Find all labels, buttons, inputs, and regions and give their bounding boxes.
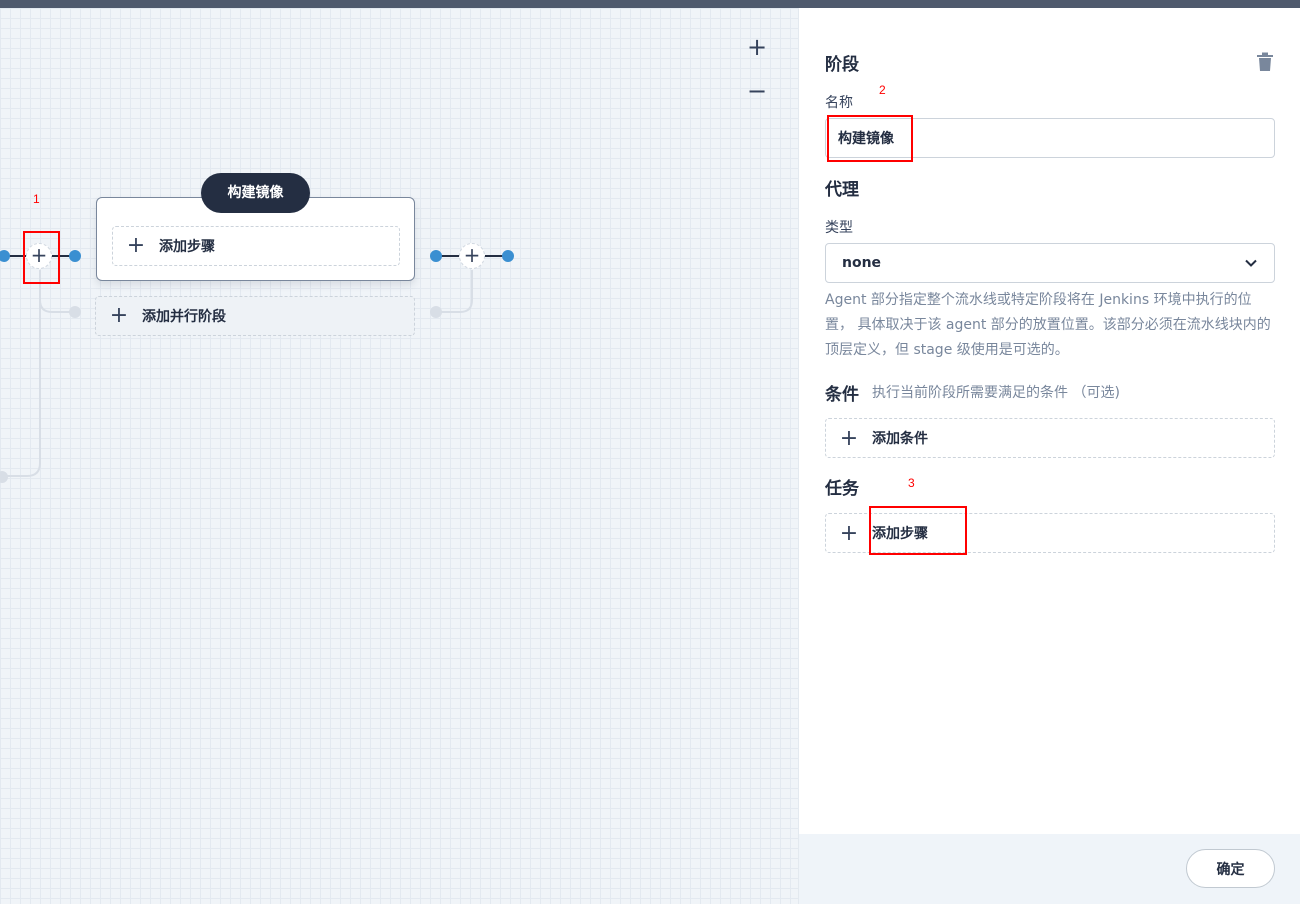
stage-title-pill[interactable]: 构建镜像: [201, 173, 310, 213]
agent-type-value: none: [842, 255, 882, 271]
annotation-number: 3: [908, 476, 915, 490]
chevron-down-icon: [1245, 259, 1257, 267]
name-label: 名称: [825, 95, 853, 111]
agent-heading: 代理: [825, 180, 859, 200]
annotation-box: [827, 115, 913, 162]
type-label: 类型: [825, 220, 853, 236]
annotation-box: [23, 231, 60, 284]
condition-heading: 条件: [825, 385, 859, 405]
stage-heading: 阶段: [825, 55, 859, 75]
add-step-label: 添加步骤: [159, 239, 215, 255]
condition-hint: 执行当前阶段所需要满足的条件 （可选): [872, 385, 1120, 401]
agent-type-select[interactable]: none: [825, 243, 1275, 283]
add-parallel-stage-button[interactable]: + 添加并行阶段: [95, 296, 415, 336]
add-step-button[interactable]: + 添加步骤: [112, 226, 400, 266]
connector-dot: [430, 250, 442, 262]
task-heading: 任务: [825, 479, 859, 499]
pipeline-connectors: [0, 250, 514, 483]
connector-dot: [0, 250, 10, 262]
add-stage-after-node[interactable]: +: [459, 243, 485, 269]
annotation-number: 1: [33, 192, 40, 206]
confirm-button[interactable]: 确定: [1186, 849, 1275, 888]
stage-settings-panel: 阶段 名称 构建镜像 代理 类型 none Agent 部分指定整个流水线或特定…: [798, 8, 1300, 904]
add-condition-label: 添加条件: [872, 431, 928, 447]
trash-icon[interactable]: [1256, 52, 1274, 72]
annotation-number: 2: [879, 83, 886, 97]
add-parallel-label: 添加并行阶段: [142, 309, 226, 325]
pipeline-canvas[interactable]: + − + + + 添加步骤 构建镜像 + 添加并行阶段 1: [0, 8, 798, 904]
connector-dot: [502, 250, 514, 262]
top-bar: [0, 0, 1300, 8]
panel-footer: 确定: [799, 834, 1300, 904]
add-condition-button[interactable]: + 添加条件: [825, 418, 1275, 458]
connector-dot: [69, 250, 81, 262]
plus-icon: +: [109, 303, 129, 328]
plus-icon: +: [126, 233, 146, 258]
annotation-box: [869, 506, 967, 555]
plus-icon: +: [839, 425, 859, 451]
agent-description: Agent 部分指定整个流水线或特定阶段将在 Jenkins 环境中执行的位置，…: [825, 292, 1271, 358]
plus-icon: +: [839, 520, 859, 546]
